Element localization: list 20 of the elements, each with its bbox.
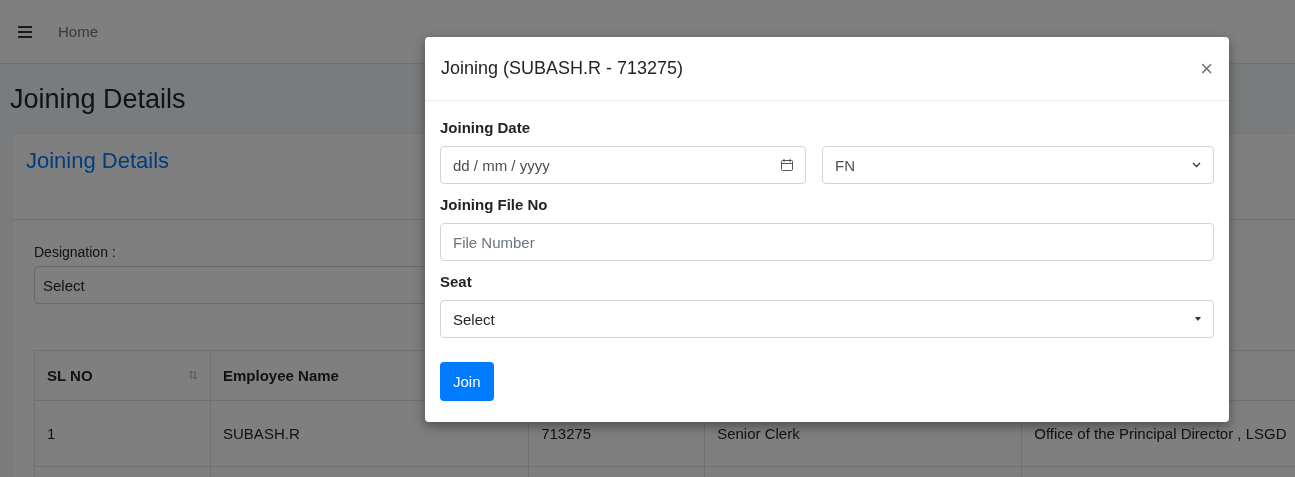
field-label: Joining Date — [440, 119, 530, 136]
page-title: Joining Details — [10, 84, 186, 116]
chevron-icon — [1192, 162, 1201, 168]
table-cell: 1 — [34, 400, 211, 467]
calendar-icon[interactable] — [780, 158, 794, 172]
session-select[interactable]: FN — [822, 146, 1214, 184]
seat-select[interactable]: Select — [440, 300, 1214, 338]
date-field[interactable]: dd / mm / yyyy — [440, 146, 806, 184]
column-header[interactable]: SL NO — [34, 350, 211, 401]
card-title: Joining Details — [26, 148, 170, 174]
home-link[interactable]: Home — [58, 23, 98, 40]
menu-icon[interactable] — [18, 25, 32, 38]
join-button[interactable]: Join — [440, 362, 494, 401]
close-button[interactable]: × — [1200, 55, 1213, 82]
field-label: Seat — [440, 273, 472, 290]
field-label: Joining File No — [440, 196, 548, 213]
modal-title: Joining (SUBASH.R - 713275) — [441, 58, 684, 79]
caret-icon — [1195, 317, 1201, 321]
input-field[interactable]: File Number — [440, 223, 1214, 261]
designation-label: Designation : — [34, 244, 117, 260]
